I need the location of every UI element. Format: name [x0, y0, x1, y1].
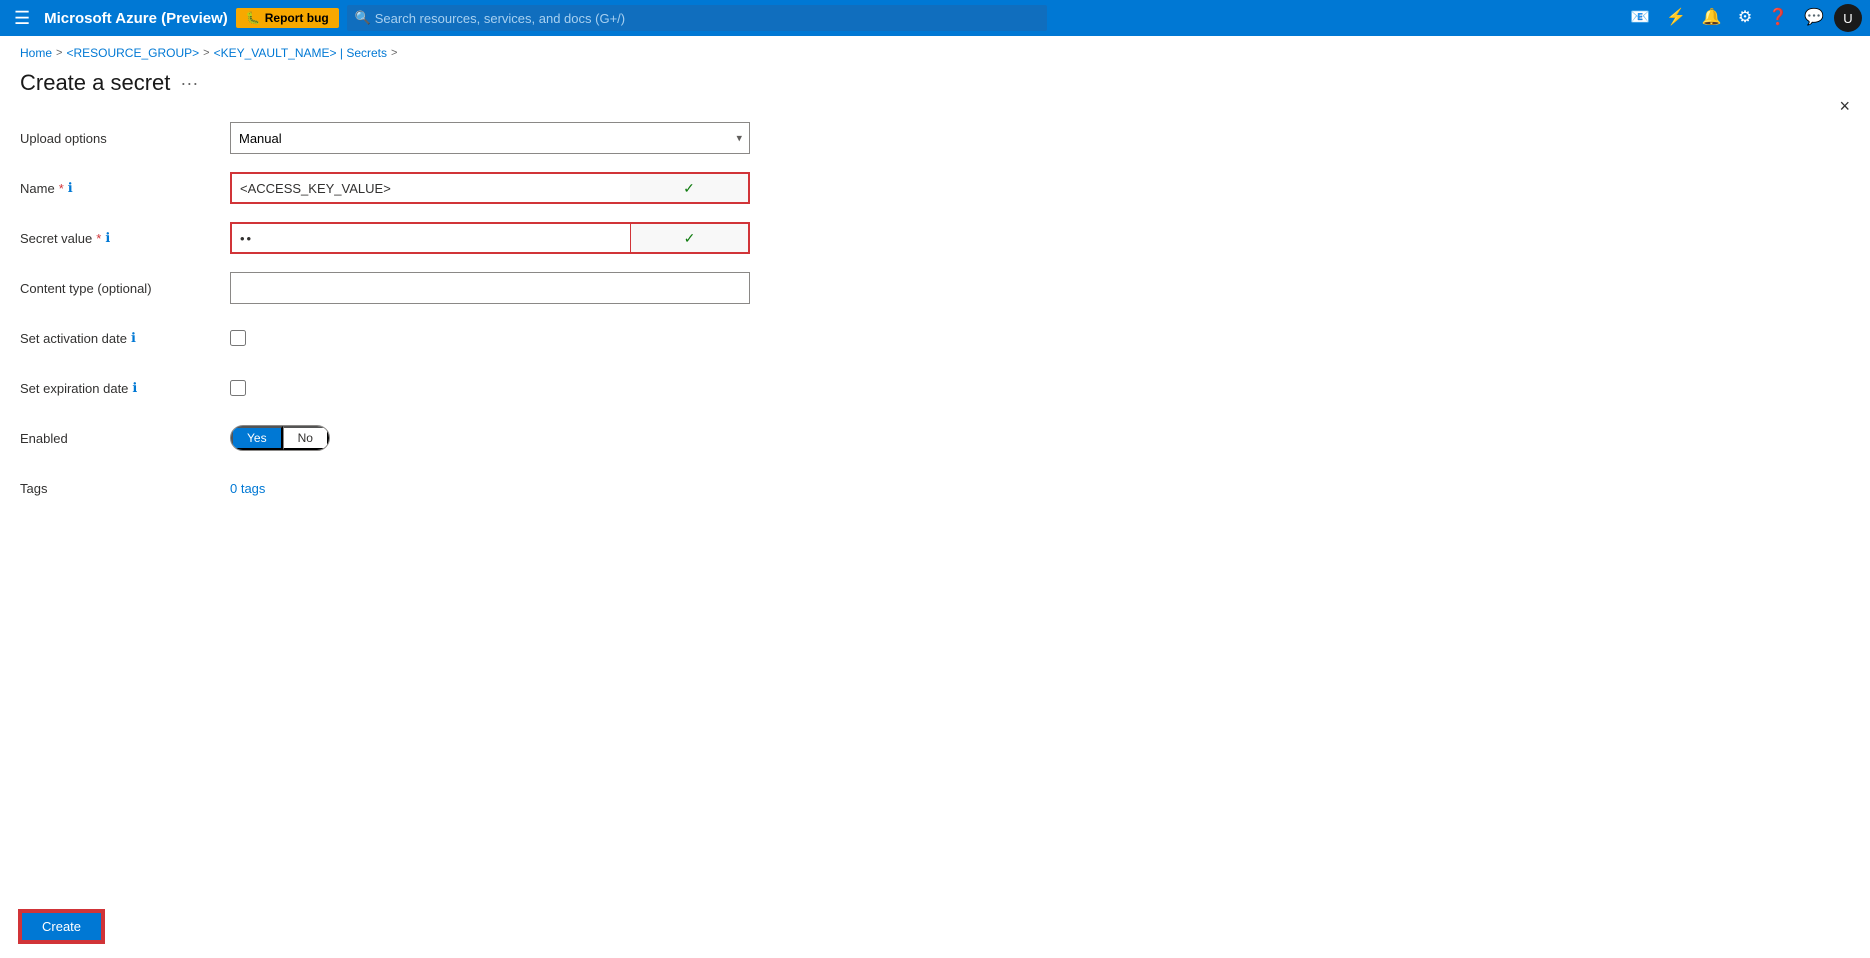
enabled-label: Enabled [20, 431, 230, 446]
expiration-date-checkbox[interactable] [230, 380, 246, 396]
create-button[interactable]: Create [20, 911, 103, 942]
breadcrumb-key-vault[interactable]: <KEY_VAULT_NAME> | Secrets [214, 46, 387, 60]
activation-date-checkbox[interactable] [230, 330, 246, 346]
bug-icon: 🐛 [246, 11, 261, 25]
breadcrumb-sep-3: > [391, 47, 397, 59]
form-area: Upload options Manual ▾ Name * ℹ [0, 112, 1870, 542]
name-label: Name * ℹ [20, 180, 230, 196]
upload-options-select-wrapper: Manual ▾ [230, 122, 750, 154]
expiration-date-label: Set expiration date ℹ [20, 380, 230, 396]
tags-label: Tags [20, 481, 230, 496]
content-type-input[interactable] [230, 272, 750, 304]
help-icon-button[interactable]: ❓ [1762, 6, 1794, 30]
name-row: Name * ℹ ✓ [20, 172, 1850, 204]
name-check-area: ✓ [630, 172, 750, 204]
feedback-icon-button[interactable]: 💬 [1798, 6, 1830, 30]
secret-input-wrapper: ✓ [230, 222, 750, 254]
secret-input[interactable] [230, 222, 630, 254]
name-info-icon[interactable]: ℹ [68, 180, 73, 196]
page-title-row: Create a secret ··· [0, 66, 1870, 112]
page-title: Create a secret [20, 70, 170, 96]
activation-info-icon[interactable]: ℹ [131, 330, 136, 346]
enabled-row: Enabled Yes No [20, 422, 1850, 454]
cloudshell-icon-button[interactable]: ⚡ [1660, 6, 1692, 30]
expiration-info-icon[interactable]: ℹ [132, 380, 137, 396]
secret-check-icon: ✓ [684, 230, 696, 247]
content-type-control [230, 272, 760, 304]
tags-row: Tags 0 tags [20, 472, 1850, 504]
expiration-date-row: Set expiration date ℹ [20, 372, 1850, 404]
secret-check-area: ✓ [630, 222, 750, 254]
email-icon-button[interactable]: 📧 [1624, 6, 1656, 30]
secret-required: * [96, 231, 101, 246]
menu-icon[interactable]: ☰ [8, 5, 36, 31]
settings-icon-button[interactable]: ⚙ [1732, 6, 1758, 30]
avatar[interactable]: U [1834, 4, 1862, 32]
close-button[interactable]: × [1839, 96, 1850, 117]
name-input-wrapper: ✓ [230, 172, 750, 204]
activation-date-control [230, 330, 760, 346]
bottom-bar: Create [0, 895, 1870, 958]
brand-title: Microsoft Azure (Preview) [44, 10, 228, 27]
upload-options-label: Upload options [20, 131, 230, 146]
content-type-label: Content type (optional) [20, 281, 230, 296]
name-check-icon: ✓ [683, 180, 695, 197]
enabled-toggle: Yes No [230, 425, 330, 451]
name-input[interactable] [230, 172, 630, 204]
toggle-yes-button[interactable]: Yes [231, 426, 283, 450]
report-bug-button[interactable]: 🐛 Report bug [236, 8, 339, 28]
breadcrumb-sep-1: > [56, 47, 62, 59]
upload-options-select[interactable]: Manual [230, 122, 750, 154]
topbar: ☰ Microsoft Azure (Preview) 🐛 Report bug… [0, 0, 1870, 36]
topbar-icons: 📧 ⚡ 🔔 ⚙ ❓ 💬 U [1624, 4, 1862, 32]
breadcrumb: Home > <RESOURCE_GROUP> > <KEY_VAULT_NAM… [0, 36, 1870, 66]
tags-control: 0 tags [230, 481, 760, 496]
content-type-row: Content type (optional) [20, 272, 1850, 304]
breadcrumb-resource-group[interactable]: <RESOURCE_GROUP> [66, 46, 199, 60]
main-content: Home > <RESOURCE_GROUP> > <KEY_VAULT_NAM… [0, 36, 1870, 958]
activation-date-row: Set activation date ℹ [20, 322, 1850, 354]
notification-icon-button[interactable]: 🔔 [1696, 6, 1728, 30]
secret-value-row: Secret value * ℹ ✓ [20, 222, 1850, 254]
activation-date-label: Set activation date ℹ [20, 330, 230, 346]
enabled-control: Yes No [230, 425, 760, 451]
search-wrapper: 🔍 [347, 5, 1047, 31]
upload-options-row: Upload options Manual ▾ [20, 122, 1850, 154]
upload-options-control: Manual ▾ [230, 122, 760, 154]
name-control: ✓ [230, 172, 760, 204]
secret-value-label: Secret value * ℹ [20, 230, 230, 246]
search-input[interactable] [347, 5, 1047, 31]
secret-control: ✓ [230, 222, 760, 254]
breadcrumb-home[interactable]: Home [20, 46, 52, 60]
breadcrumb-sep-2: > [203, 47, 209, 59]
name-required: * [59, 181, 64, 196]
page-more-options[interactable]: ··· [180, 73, 198, 94]
expiration-date-control [230, 380, 760, 396]
toggle-no-button[interactable]: No [283, 426, 329, 450]
secret-info-icon[interactable]: ℹ [105, 230, 110, 246]
tags-link[interactable]: 0 tags [230, 481, 265, 496]
